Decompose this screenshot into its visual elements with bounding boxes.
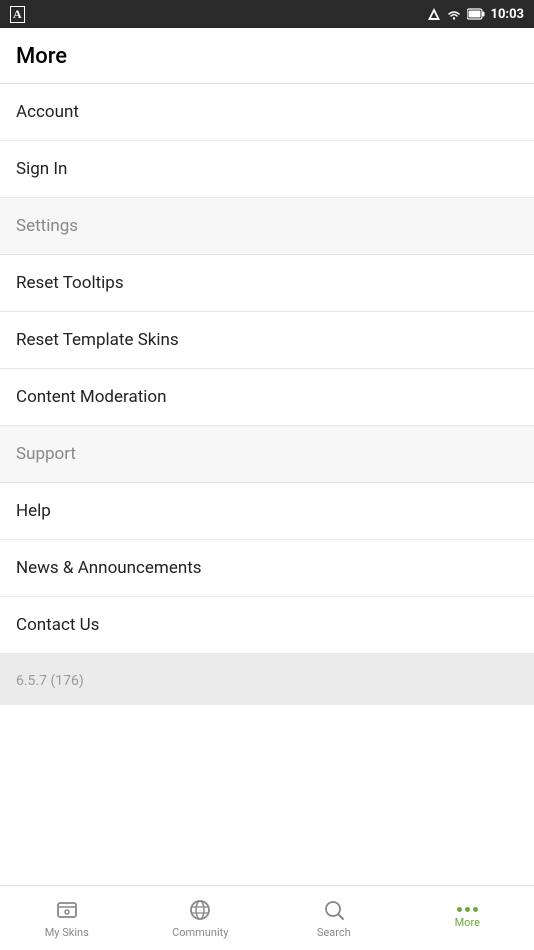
menu-item-sign-in[interactable]: Sign In — [0, 141, 534, 198]
header: More — [0, 28, 534, 84]
status-bar-right: 10:03 — [427, 7, 525, 22]
my-skins-icon — [55, 898, 79, 922]
menu-item-content-moderation-label: Content Moderation — [16, 387, 167, 407]
menu-item-reset-template-skins-label: Reset Template Skins — [16, 330, 179, 350]
menu-item-account-label: Account — [16, 102, 79, 122]
community-icon — [188, 898, 212, 922]
nav-item-community[interactable]: Community — [134, 886, 268, 950]
menu-item-reset-template-skins[interactable]: Reset Template Skins — [0, 312, 534, 369]
nav-label-more: More — [455, 916, 480, 929]
nav-label-my-skins: My Skins — [45, 926, 89, 939]
menu-item-account[interactable]: Account — [0, 84, 534, 141]
nav-label-community: Community — [172, 926, 228, 939]
version-area: 6.5.7 (176) — [0, 654, 534, 705]
menu-list: Account Sign In Settings Reset Tooltips … — [0, 84, 534, 950]
status-time: 10:03 — [491, 7, 525, 22]
nav-item-my-skins[interactable]: My Skins — [0, 886, 134, 950]
menu-item-settings[interactable]: Settings — [0, 198, 534, 255]
more-dots-icon — [457, 907, 478, 912]
menu-item-reset-tooltips[interactable]: Reset Tooltips — [0, 255, 534, 312]
signal-icon — [427, 7, 441, 21]
menu-item-contact-us[interactable]: Contact Us — [0, 597, 534, 654]
menu-item-reset-tooltips-label: Reset Tooltips — [16, 273, 124, 293]
menu-item-support-label: Support — [16, 444, 76, 464]
version-text: 6.5.7 (176) — [16, 673, 84, 689]
wifi-icon — [447, 7, 461, 21]
menu-item-sign-in-label: Sign In — [16, 159, 67, 179]
nav-label-search: Search — [317, 926, 351, 939]
menu-item-news-announcements[interactable]: News & Announcements — [0, 540, 534, 597]
page-title: More — [16, 44, 67, 69]
menu-item-help-label: Help — [16, 501, 51, 521]
bottom-nav: My Skins Community Search More — [0, 885, 534, 950]
status-bar: A 10:03 — [0, 0, 534, 28]
battery-icon — [467, 8, 485, 20]
menu-item-help[interactable]: Help — [0, 483, 534, 540]
page: More Account Sign In Settings Reset Tool… — [0, 28, 534, 950]
menu-item-contact-us-label: Contact Us — [16, 615, 99, 635]
search-icon — [322, 898, 346, 922]
menu-item-content-moderation[interactable]: Content Moderation — [0, 369, 534, 426]
status-bar-left: A — [10, 6, 25, 23]
menu-item-settings-label: Settings — [16, 216, 78, 236]
nav-item-search[interactable]: Search — [267, 886, 401, 950]
nav-item-more[interactable]: More — [401, 886, 534, 950]
a-icon: A — [10, 6, 25, 23]
menu-item-support[interactable]: Support — [0, 426, 534, 483]
menu-item-news-announcements-label: News & Announcements — [16, 558, 202, 578]
